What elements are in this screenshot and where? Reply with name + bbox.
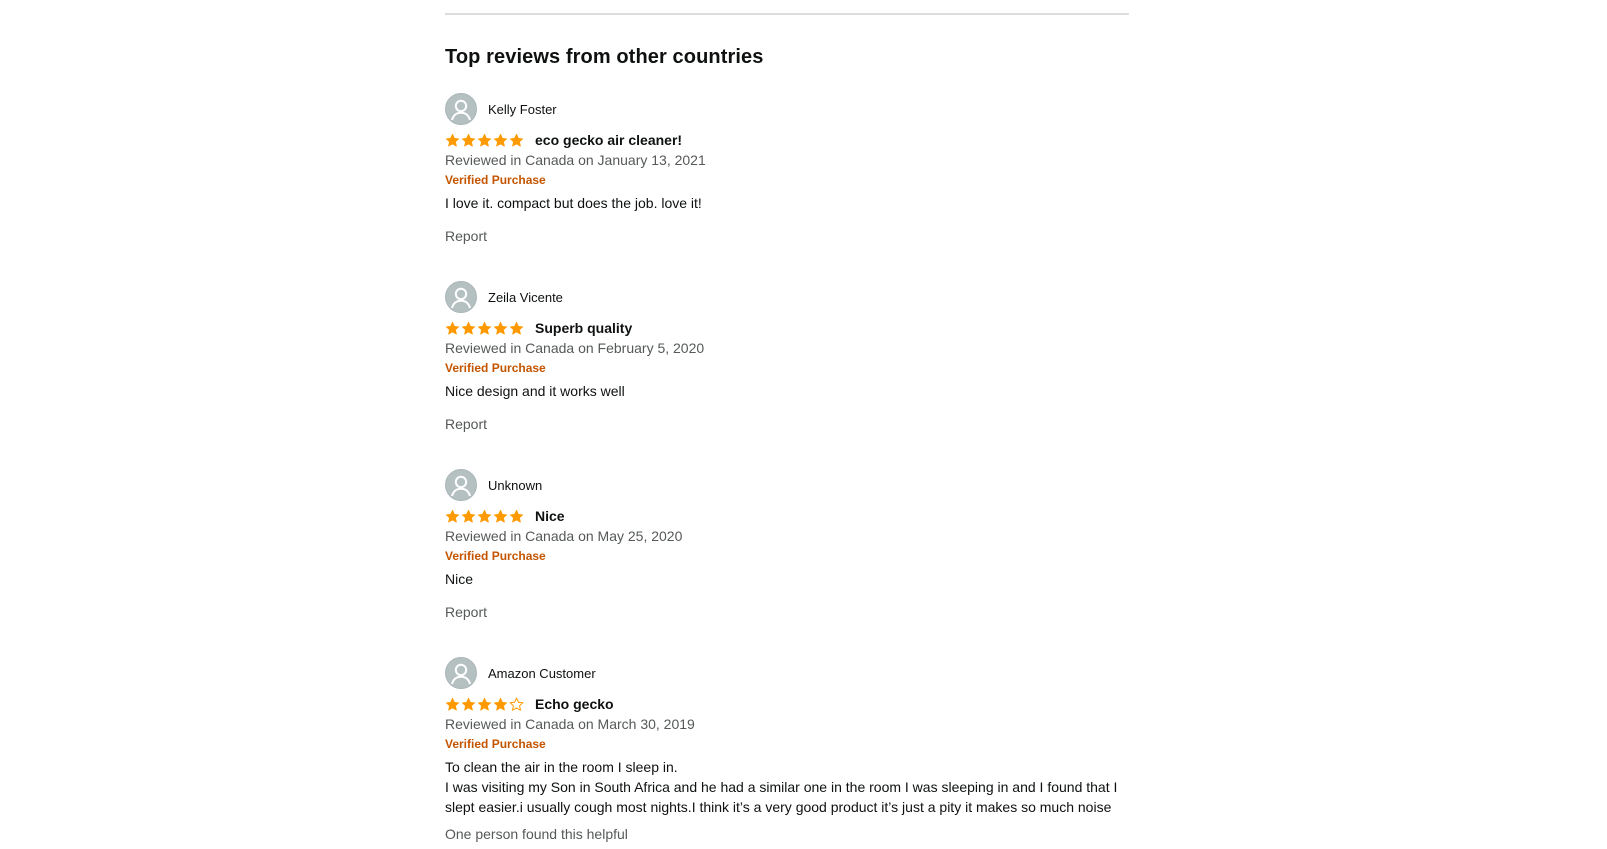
verified-purchase-badge: Verified Purchase: [445, 737, 546, 751]
star-rating[interactable]: [445, 509, 524, 524]
star-filled-icon: [445, 509, 460, 523]
review-body-line: To clean the air in the room I sleep in.: [445, 759, 678, 775]
reviewer-profile[interactable]: Kelly Foster: [445, 93, 1129, 125]
star-filled-icon: [493, 133, 508, 147]
review-title-row: Echo gecko: [445, 694, 1129, 714]
review-item: Amazon Customer Echo gecko Reviewed in Can…: [445, 657, 1129, 844]
star-filled-icon: [493, 509, 508, 523]
review-title[interactable]: Echo gecko: [535, 696, 614, 712]
review-title[interactable]: Nice: [535, 508, 565, 524]
review-date: Reviewed in Canada on January 13, 2021: [445, 152, 706, 168]
star-empty-icon: [509, 697, 524, 711]
reviewer-name[interactable]: Amazon Customer: [488, 666, 596, 681]
verified-purchase-badge: Verified Purchase: [445, 361, 546, 375]
reviewer-name[interactable]: Zeila Vicente: [488, 290, 563, 305]
star-filled-icon: [445, 321, 460, 335]
section-title: Top reviews from other countries: [445, 46, 764, 68]
star-filled-icon: [461, 133, 476, 147]
star-filled-icon: [477, 321, 492, 335]
report-link[interactable]: Report: [445, 602, 1129, 622]
review-title[interactable]: eco gecko air cleaner!: [535, 132, 682, 148]
report-link[interactable]: Report: [445, 414, 1129, 434]
star-filled-icon: [493, 321, 508, 335]
review-item: Zeila Vicente Superb quality Reviewed in C…: [445, 281, 1129, 434]
avatar-icon[interactable]: [445, 469, 477, 501]
reviewer-name[interactable]: Kelly Foster: [488, 102, 557, 117]
avatar-icon[interactable]: [445, 281, 477, 313]
verified-purchase-badge: Verified Purchase: [445, 549, 546, 563]
review-body-line: Nice design and it works well: [445, 383, 625, 399]
review-body: To clean the air in the room I sleep in.…: [445, 757, 1129, 817]
review-date: Reviewed in Canada on March 30, 2019: [445, 716, 695, 732]
star-rating[interactable]: [445, 697, 524, 712]
reviewer-profile[interactable]: Amazon Customer: [445, 657, 1129, 689]
review-title-row: eco gecko air cleaner!: [445, 130, 1129, 150]
star-filled-icon: [509, 133, 524, 147]
star-rating[interactable]: [445, 133, 524, 148]
reviewer-profile[interactable]: Unknown: [445, 469, 1129, 501]
review-body-line: I love it. compact but does the job. lov…: [445, 195, 702, 211]
star-filled-icon: [445, 133, 460, 147]
star-filled-icon: [493, 697, 508, 711]
star-filled-icon: [445, 697, 460, 711]
reviewer-profile[interactable]: Zeila Vicente: [445, 281, 1129, 313]
verified-purchase-badge: Verified Purchase: [445, 173, 546, 187]
section-divider: [445, 13, 1129, 15]
review-title[interactable]: Superb quality: [535, 320, 632, 336]
review-date: Reviewed in Canada on May 25, 2020: [445, 528, 683, 544]
star-filled-icon: [461, 321, 476, 335]
review-item: Unknown Nice Reviewed in Canada on May 25,…: [445, 469, 1129, 622]
star-rating[interactable]: [445, 321, 524, 336]
avatar-icon[interactable]: [445, 93, 477, 125]
review-list: Kelly Foster eco gecko air cleaner! Review…: [445, 93, 1129, 844]
review-body-line: I was visiting my Son in South Africa an…: [445, 779, 1118, 815]
star-filled-icon: [509, 321, 524, 335]
helpful-count: One person found this helpful: [445, 826, 628, 842]
star-filled-icon: [477, 509, 492, 523]
reviews-section: Top reviews from other countries Kelly F…: [445, 0, 1129, 844]
star-filled-icon: [509, 509, 524, 523]
report-link[interactable]: Report: [445, 226, 1129, 246]
star-filled-icon: [461, 697, 476, 711]
review-date: Reviewed in Canada on February 5, 2020: [445, 340, 705, 356]
review-body: Nice design and it works well: [445, 381, 1129, 401]
review-body-line: Nice: [445, 571, 474, 587]
review-body: Nice: [445, 569, 1129, 589]
star-filled-icon: [477, 133, 492, 147]
avatar-icon[interactable]: [445, 657, 477, 689]
reviewer-name[interactable]: Unknown: [488, 478, 542, 493]
star-filled-icon: [477, 697, 492, 711]
review-item: Kelly Foster eco gecko air cleaner! Review…: [445, 93, 1129, 246]
review-title-row: Nice: [445, 506, 1129, 526]
review-body: I love it. compact but does the job. lov…: [445, 193, 1129, 213]
star-filled-icon: [461, 509, 476, 523]
review-title-row: Superb quality: [445, 318, 1129, 338]
